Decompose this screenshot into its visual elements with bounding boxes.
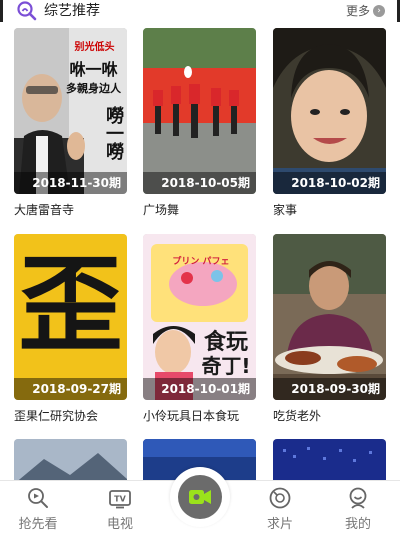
episode-label: 2018-11-30期 [14,172,127,194]
svg-text:TV: TV [114,495,126,504]
tab-label: 我的 [344,517,371,532]
tab-profile[interactable]: 我的 [328,481,388,534]
card-thumbnail: 2018-10-02期 [273,28,386,194]
bottom-tab-bar: 抢先看 TV 电视 求片 我的 [0,467,400,534]
search-play-icon [28,488,48,508]
tab-request[interactable]: 求片 [250,481,310,534]
episode-label: 2018-09-30期 [273,378,386,400]
variety-search-icon [17,1,37,21]
profile-icon [349,487,367,509]
episode-label: 2018-09-27期 [14,378,127,400]
card-thumbnail: 2018-09-30期 [273,234,386,400]
variety-card[interactable] [14,439,127,484]
variety-card[interactable] [273,439,386,484]
poster-text: 奇丁! [201,354,251,378]
episode-label: 2018-10-01期 [143,378,256,400]
episode-label: 2018-10-05期 [143,172,256,194]
camera-record-icon [189,490,211,504]
tab-tv[interactable]: TV 电视 [90,481,150,534]
poster-text: プリン パフェ [172,257,230,267]
variety-card[interactable]: 别光低头 咻一咻 多親身边人 嘮一嘮 2018-11-30期 大唐雷音寺 [14,28,127,217]
variety-card[interactable]: プリン パフェ 食玩 奇丁! 2018-10-01期 小伶玩具日本食玩 [143,234,256,423]
variety-card[interactable]: 2018-10-02期 家事 [273,28,386,217]
card-thumbnail: プリン パフェ 食玩 奇丁! 2018-10-01期 [143,234,256,400]
card-title: 小伶玩具日本食玩 [143,409,240,423]
poster-text: 多親身边人 [66,82,121,95]
poster-text: 别光低头 [74,42,115,53]
card-thumbnail: 别光低头 咻一咻 多親身边人 嘮一嘮 2018-11-30期 [14,28,127,194]
card-title: 吃货老外 [273,409,322,423]
left-edge-bar [0,0,3,22]
tab-label: 抢先看 [18,517,58,532]
request-icon [269,487,291,509]
card-title: 广场舞 [143,203,180,217]
section-title: 综艺推荐 [44,3,100,19]
card-thumbnail: 2018-10-05期 [143,28,256,194]
card-thumbnail [14,439,127,484]
more-link[interactable]: 更多 › [346,3,385,19]
variety-card[interactable]: 歪 2018-09-27期 歪果仁研究协会 [14,234,127,423]
episode-label: 2018-10-02期 [273,172,386,194]
tab-label: 求片 [266,517,293,532]
card-title: 大唐雷音寺 [14,203,75,217]
poster-text: 嘮一嘮 [103,106,124,160]
card-thumbnail [273,439,386,484]
variety-card[interactable]: 2018-09-30期 吃货老外 [273,234,386,423]
more-label: 更多 [345,4,370,18]
record-button[interactable] [170,467,230,527]
chevron-right-icon: › [373,5,385,17]
variety-card[interactable]: 2018-10-05期 广场舞 [143,28,256,217]
tab-preview[interactable]: 抢先看 [8,481,68,534]
tv-icon: TV [109,490,131,509]
section-header: 综艺推荐 更多 › [0,0,400,22]
tab-label: 电视 [106,517,133,532]
record-button-core [178,475,222,519]
card-thumbnail: 歪 2018-09-27期 [14,234,127,400]
card-title: 家事 [273,203,298,217]
poster-text: 歪 [18,244,123,366]
card-title: 歪果仁研究协会 [14,409,99,423]
poster-text: 咻一咻 [69,60,118,79]
